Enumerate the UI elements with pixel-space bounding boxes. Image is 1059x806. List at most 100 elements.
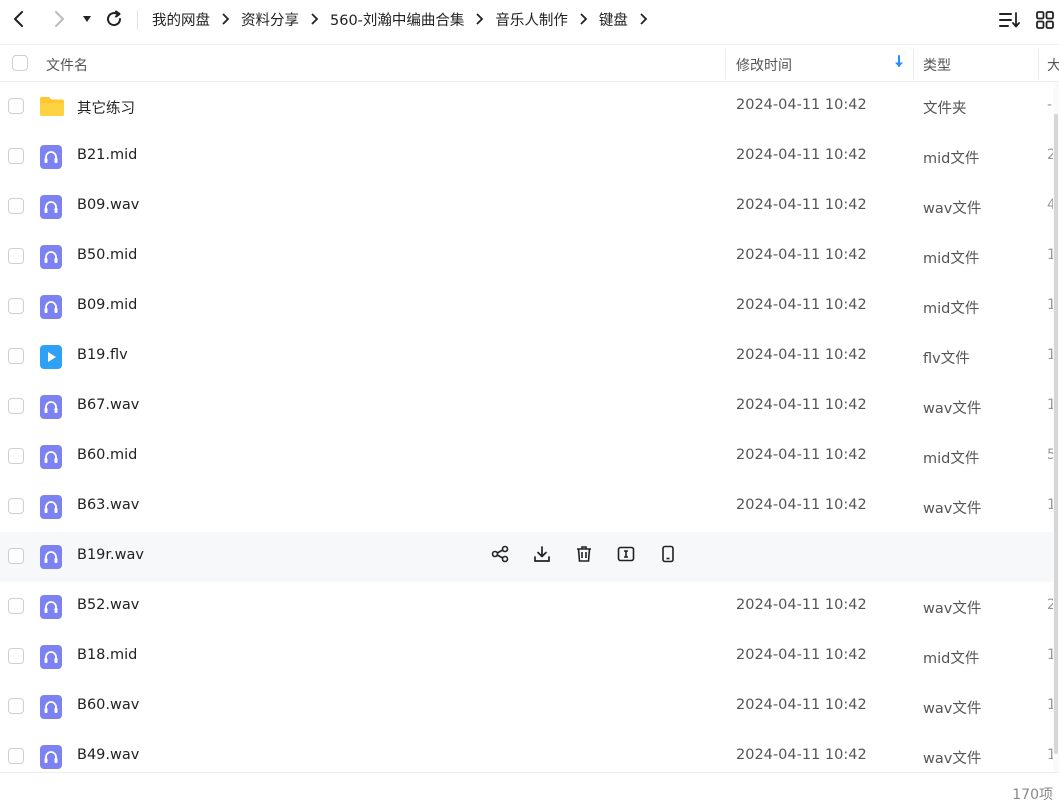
table-row[interactable]: B60.mid 2024-04-11 10:42 mid文件 5 [0,432,1053,482]
table-row[interactable]: B60.wav 2024-04-11 10:42 wav文件 1 [0,682,1053,732]
rename-button[interactable] [616,546,636,566]
share-button[interactable] [490,545,510,566]
file-name[interactable]: B52.wav [77,597,139,613]
row-checkbox[interactable] [8,648,24,664]
file-name[interactable]: B50.mid [77,247,137,263]
chevron-right-icon [475,13,484,25]
modified-time: 2024-04-11 10:42 [736,447,867,463]
row-checkbox[interactable] [8,398,24,414]
column-divider[interactable] [725,49,726,79]
modified-time: 2024-04-11 10:42 [736,597,867,613]
file-type: mid文件 [923,151,980,167]
row-checkbox[interactable] [8,498,24,514]
audio-icon [40,145,62,169]
row-checkbox[interactable] [8,248,24,264]
column-header-type[interactable]: 类型 [923,55,951,75]
vertical-scrollbar[interactable] [1053,82,1059,772]
audio-icon [40,445,62,469]
breadcrumb-item[interactable]: 560-刘瀚中编曲合集 [330,9,464,30]
table-row[interactable]: B21.mid 2024-04-11 10:42 mid文件 2 [0,132,1053,182]
file-name[interactable]: B09.wav [77,197,139,213]
breadcrumb-current[interactable]: 键盘 [599,9,628,30]
audio-icon [40,395,62,419]
sort-button[interactable] [996,6,1024,34]
chevron-right-icon [639,13,648,25]
table-row[interactable]: B09.wav 2024-04-11 10:42 wav文件 4 [0,182,1053,232]
column-header-mtime[interactable]: 修改时间 [736,55,792,75]
column-divider[interactable] [1038,49,1039,79]
download-button[interactable] [532,546,552,566]
file-name[interactable]: B19.flv [77,347,128,363]
modified-time: 2024-04-11 10:42 [736,247,867,263]
file-name[interactable]: B18.mid [77,647,137,663]
file-name[interactable]: B60.wav [77,697,139,713]
file-type: 文件夹 [923,101,967,117]
modified-time: 2024-04-11 10:42 [736,497,867,513]
breadcrumb-item[interactable]: 音乐人制作 [495,9,568,30]
back-button[interactable] [2,2,36,36]
table-row[interactable]: B19r.wav [0,532,1053,582]
row-checkbox[interactable] [8,348,24,364]
table-header: 文件名 修改时间 类型 大 [0,44,1059,82]
row-checkbox[interactable] [8,598,24,614]
file-name[interactable]: B67.wav [77,397,139,413]
column-header-name[interactable]: 文件名 [46,55,88,75]
breadcrumb-item[interactable]: 资料分享 [241,9,299,30]
table-row[interactable]: B63.wav 2024-04-11 10:42 wav文件 1 [0,482,1053,532]
table-row[interactable]: B67.wav 2024-04-11 10:42 wav文件 1 [0,382,1053,432]
modified-time: 2024-04-11 10:42 [736,747,867,763]
refresh-button[interactable] [97,2,131,36]
caret-down-icon [83,16,91,22]
row-checkbox[interactable] [8,448,24,464]
send-to-phone-icon [659,545,677,567]
file-name[interactable]: B19r.wav [77,547,144,563]
file-name[interactable]: B09.mid [77,297,137,313]
chevron-right-icon [55,11,64,27]
file-size: - [1047,97,1053,113]
file-name[interactable]: B63.wav [77,497,139,513]
file-name[interactable]: B21.mid [77,147,137,163]
grid-view-icon [1036,11,1054,29]
row-checkbox[interactable] [8,198,24,214]
table-row[interactable]: B49.wav 2024-04-11 10:42 wav文件 1 [0,732,1053,772]
row-checkbox[interactable] [8,748,24,764]
table-row[interactable]: B18.mid 2024-04-11 10:42 mid文件 1 [0,632,1053,682]
file-name[interactable]: B49.wav [77,747,139,763]
view-toggle-button[interactable] [1031,6,1059,34]
audio-icon [40,245,62,269]
chevron-right-icon [579,13,588,25]
file-list: 其它练习 2024-04-11 10:42 文件夹 - B21.mid 2024-04-1… [0,82,1053,772]
row-checkbox[interactable] [8,148,24,164]
file-type: wav文件 [923,501,982,517]
forward-button[interactable] [42,2,76,36]
refresh-icon [107,10,122,27]
download-icon [533,545,551,567]
row-checkbox[interactable] [8,98,24,114]
send-to-phone-button[interactable] [658,545,678,567]
row-checkbox[interactable] [8,298,24,314]
row-checkbox[interactable] [8,698,24,714]
table-row[interactable]: B52.wav 2024-04-11 10:42 wav文件 2 [0,582,1053,632]
table-row[interactable]: B50.mid 2024-04-11 10:42 mid文件 1 [0,232,1053,282]
modified-time: 2024-04-11 10:42 [736,197,867,213]
delete-button[interactable] [574,546,594,566]
file-type: mid文件 [923,251,980,267]
chevron-right-icon [310,13,319,25]
audio-icon [40,545,62,569]
select-all-checkbox[interactable] [12,55,28,71]
row-checkbox[interactable] [8,548,24,564]
column-divider[interactable] [913,49,914,79]
table-row[interactable]: 其它练习 2024-04-11 10:42 文件夹 - [0,82,1053,132]
column-header-size[interactable]: 大 [1047,55,1059,75]
toolbar-divider [137,10,138,30]
status-bar: 170项 [0,772,1059,806]
item-count: 170项 [1012,787,1053,803]
scrollbar-thumb[interactable] [1054,114,1058,754]
file-name[interactable]: B60.mid [77,447,137,463]
history-dropdown-button[interactable] [78,8,96,30]
breadcrumb-item[interactable]: 我的网盘 [152,9,210,30]
chevron-left-icon [14,11,23,27]
table-row[interactable]: B09.mid 2024-04-11 10:42 mid文件 1 [0,282,1053,332]
table-row[interactable]: B19.flv 2024-04-11 10:42 flv文件 1 [0,332,1053,382]
file-name[interactable]: 其它练习 [77,97,135,118]
